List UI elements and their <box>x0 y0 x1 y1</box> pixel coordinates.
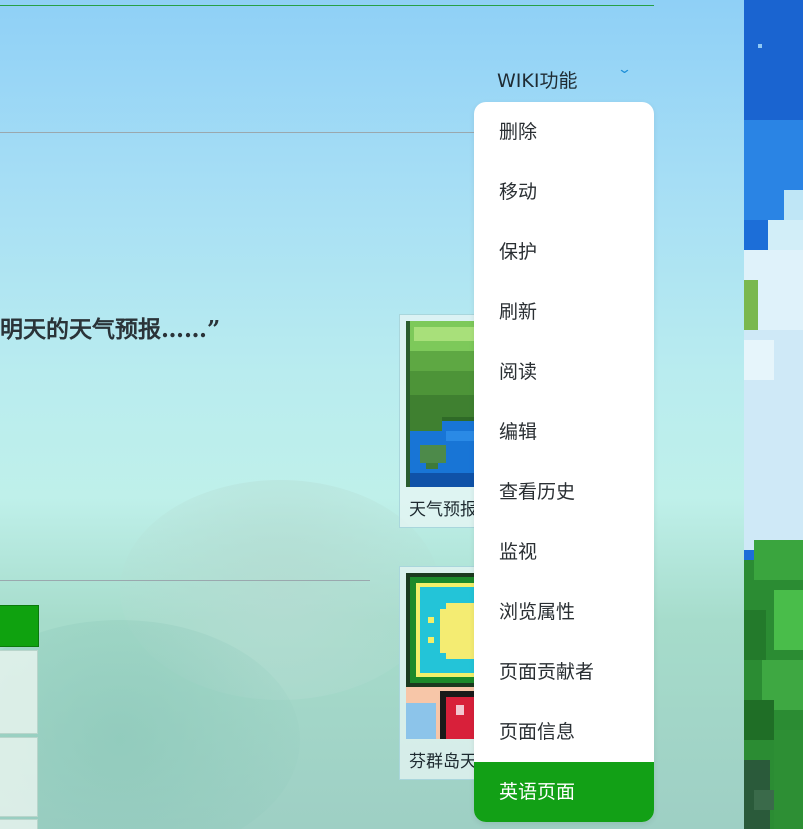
infobox-cell <box>0 650 38 734</box>
infobox-header <box>0 605 39 647</box>
content-panel: WIKI功能 ⌄ 明天的天气预报……” 天气预报 芬群岛天 删除 移动 保护 刷… <box>0 0 744 829</box>
thumbnail-caption: 天气预报 <box>409 500 477 520</box>
menu-item-read[interactable]: 阅读 <box>474 342 654 402</box>
thumbnail-caption: 芬群岛天 <box>409 752 477 772</box>
background-pixel-art <box>744 0 803 829</box>
menu-item-refresh[interactable]: 刷新 <box>474 282 654 342</box>
top-divider <box>0 5 654 6</box>
infobox-cell <box>0 819 38 829</box>
menu-item-page-contributors[interactable]: 页面贡献者 <box>474 642 654 702</box>
menu-item-view-history[interactable]: 查看历史 <box>474 462 654 522</box>
menu-item-english-page[interactable]: 英语页面 <box>474 762 654 822</box>
wiki-tools-toggle[interactable]: WIKI功能 <box>497 66 577 96</box>
wiki-tools-menu: 删除 移动 保护 刷新 阅读 编辑 查看历史 监视 浏览属性 页面贡献者 页面信… <box>474 102 654 822</box>
menu-item-protect[interactable]: 保护 <box>474 222 654 282</box>
menu-item-edit[interactable]: 编辑 <box>474 402 654 462</box>
infobox-cell <box>0 737 38 817</box>
menu-item-browse-properties[interactable]: 浏览属性 <box>474 582 654 642</box>
quote-text: 明天的天气预报……” <box>0 316 221 343</box>
chevron-down-icon[interactable]: ⌄ <box>617 62 632 77</box>
section-divider <box>0 580 370 581</box>
menu-item-move[interactable]: 移动 <box>474 162 654 222</box>
menu-item-page-info[interactable]: 页面信息 <box>474 702 654 762</box>
menu-item-watch[interactable]: 监视 <box>474 522 654 582</box>
menu-item-delete[interactable]: 删除 <box>474 102 654 162</box>
section-divider <box>0 132 490 133</box>
